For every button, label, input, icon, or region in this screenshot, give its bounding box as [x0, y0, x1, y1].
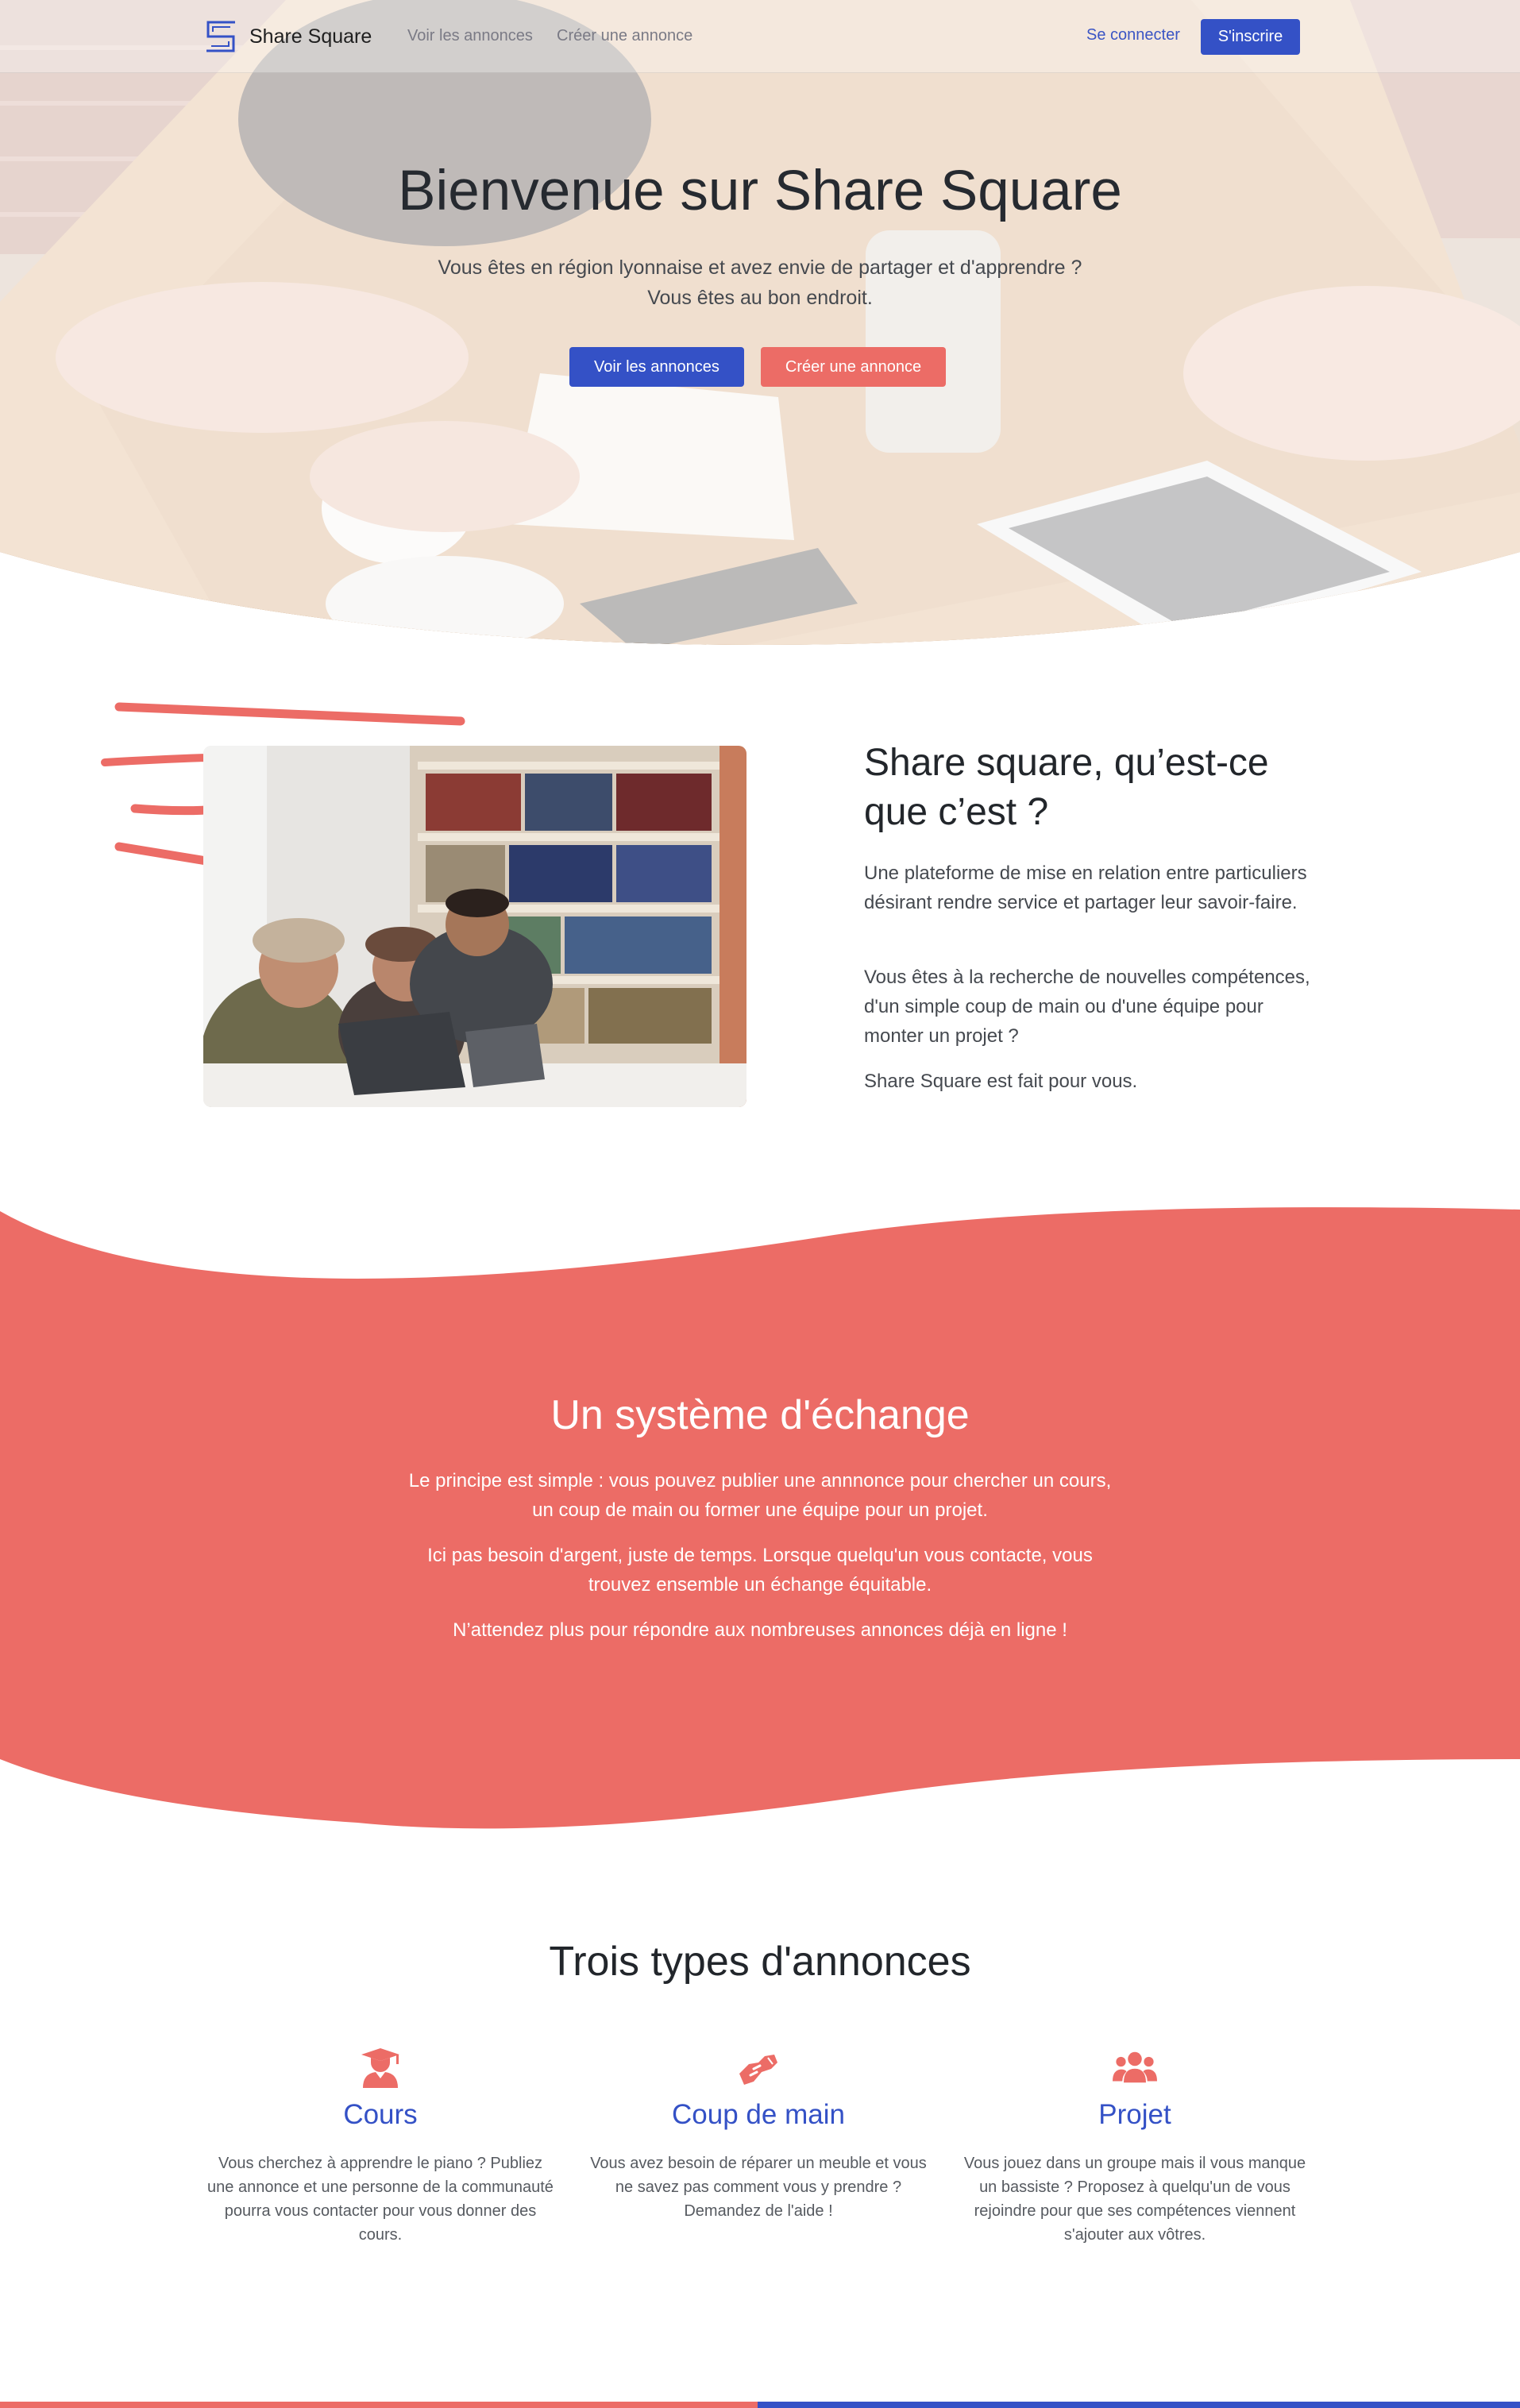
hero-title: Bienvenue sur Share Square [398, 160, 1122, 222]
about-photo [203, 746, 746, 1107]
share-square-logo-icon [206, 21, 235, 52]
top-navbar: Share Square Voir les annonces Créer une… [0, 0, 1520, 73]
graduate-user-icon [361, 2048, 399, 2088]
type-desc-projet: Vous jouez dans un groupe mais il vous m… [963, 2155, 1306, 2244]
hero-section: Share Square Voir les annonces Créer une… [0, 0, 1520, 651]
login-link[interactable]: Se connecter [1086, 26, 1180, 44]
about-title: Share square, qu’est-ce que c’est ? [864, 742, 1269, 833]
type-desc-cours: Vous cherchez à apprendre le piano ? Pub… [207, 2155, 554, 2244]
users-group-icon [1113, 2051, 1157, 2083]
hero-subtitle-line-2: Vous êtes au bon endroit. [647, 287, 873, 309]
types-title: Trois types d'annonces [549, 1939, 971, 1985]
type-name-projet: Projet [1098, 2099, 1171, 2130]
exchange-paragraph-1: Le principe est simple : vous pouvez pub… [408, 1470, 1112, 1521]
footer-bar-blue [758, 2402, 1520, 2408]
footer-bar-coral [0, 2402, 758, 2408]
friends-library-photo [203, 746, 746, 1107]
nav-link-creer-annonce[interactable]: Créer une annonce [557, 27, 692, 45]
type-desc-coup-de-main: Vous avez besoin de réparer un meuble et… [590, 2155, 927, 2220]
brand-name: Share Square [249, 25, 372, 48]
type-name-coup-de-main: Coup de main [672, 2099, 845, 2130]
exchange-paragraph-3: N’attendez plus pour répondre aux nombre… [453, 1619, 1067, 1641]
about-paragraph-3: Share Square est fait pour vous. [864, 1071, 1138, 1092]
exchange-title: Un système d'échange [550, 1392, 970, 1438]
about-paragraph-2: Vous êtes à la recherche de nouvelles co… [864, 967, 1310, 1047]
type-name-cours: Cours [343, 2099, 418, 2130]
type-card-projet: Projet Vous jouez dans un groupe mais il… [960, 2045, 1310, 2247]
type-card-cours: Cours Vous cherchez à apprendre le piano… [206, 2045, 555, 2247]
type-card-coup-de-main: Coup de main Vous avez besoin de réparer… [584, 2045, 933, 2223]
signup-button[interactable]: S'inscrire [1201, 19, 1300, 55]
nav-link-voir-annonces[interactable]: Voir les annonces [407, 27, 533, 45]
hero-subtitle: Vous êtes en région lyonnaise et avez en… [0, 253, 1520, 313]
hero-creer-annonce-button[interactable]: Créer une annonce [761, 347, 946, 387]
exchange-paragraph-2: Ici pas besoin d'argent, juste de temps.… [427, 1545, 1093, 1596]
footer-color-bar [0, 2402, 1520, 2408]
hero-voir-annonces-button[interactable]: Voir les annonces [569, 347, 744, 387]
about-paragraph-1: Une plateforme de mise en relation entre… [864, 862, 1307, 913]
brand-home-link[interactable]: Share Square [203, 19, 372, 54]
hero-background-photo [0, 0, 1520, 645]
hero-subtitle-line-1: Vous êtes en région lyonnaise et avez en… [438, 257, 1082, 279]
handshake-icon [739, 2055, 777, 2085]
